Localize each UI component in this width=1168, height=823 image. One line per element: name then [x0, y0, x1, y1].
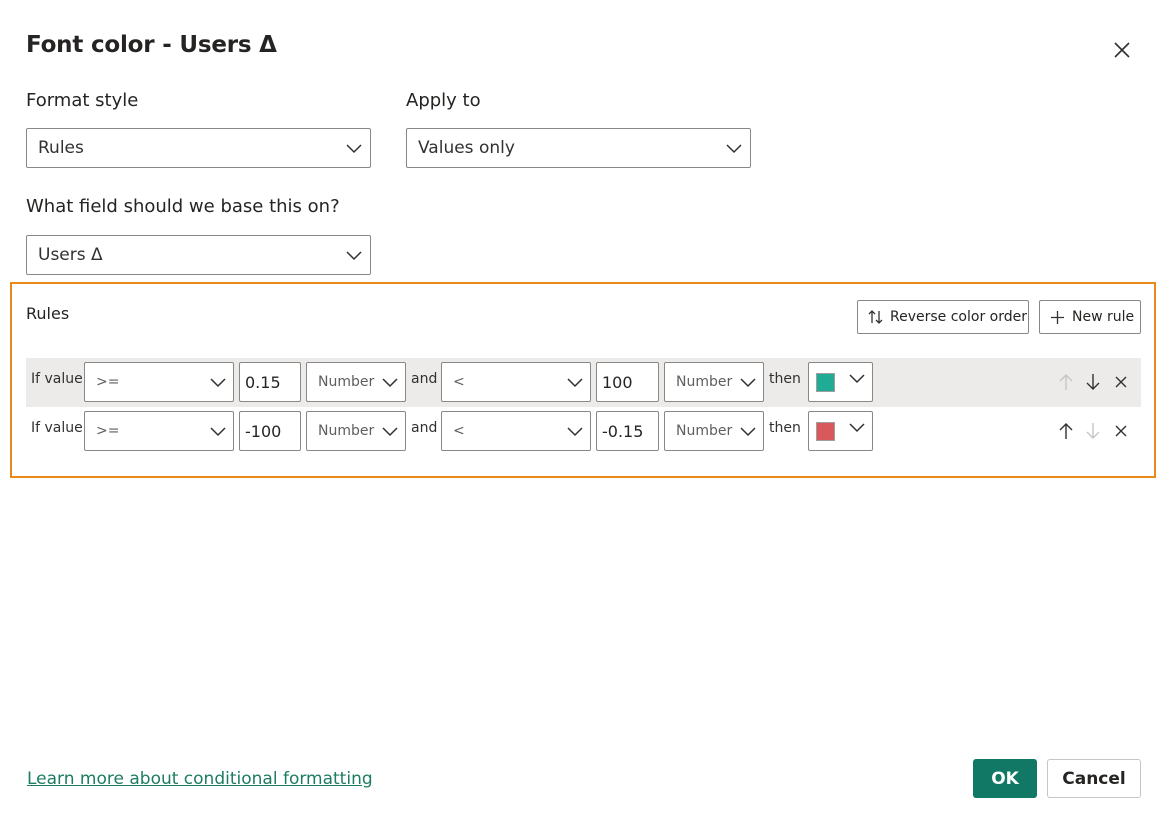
chevron-down-icon — [567, 378, 583, 388]
field-label: What field should we base this on? — [26, 196, 340, 217]
then-label: then — [769, 371, 801, 387]
reverse-color-order-button[interactable]: Reverse color order — [857, 300, 1029, 334]
format-style-dropdown[interactable]: Rules — [26, 128, 371, 168]
min-value: -100 — [245, 421, 282, 441]
color-picker[interactable] — [808, 362, 873, 402]
chevron-down-icon — [849, 374, 865, 384]
close-icon — [1115, 425, 1127, 437]
operator-value: < — [453, 423, 465, 439]
max-value-input[interactable]: 100 — [596, 362, 659, 402]
move-down-button[interactable] — [1083, 372, 1103, 392]
chevron-down-icon — [210, 427, 226, 437]
close-button[interactable] — [1108, 36, 1136, 64]
move-up-button[interactable] — [1056, 421, 1076, 441]
delete-rule-button[interactable] — [1111, 421, 1131, 441]
arrow-up-icon — [1059, 374, 1073, 390]
rules-title: Rules — [26, 304, 70, 323]
new-rule-label: New rule — [1072, 309, 1135, 325]
chevron-down-icon — [382, 378, 398, 388]
operator-value: >= — [96, 423, 120, 439]
field-dropdown[interactable]: Users Δ — [26, 235, 371, 275]
operator-dropdown[interactable]: < — [441, 362, 591, 402]
chevron-down-icon — [567, 427, 583, 437]
chevron-down-icon — [346, 251, 362, 261]
operator-value: >= — [96, 374, 120, 390]
chevron-down-icon — [740, 427, 756, 437]
ok-button[interactable]: OK — [973, 759, 1037, 798]
chevron-down-icon — [346, 144, 362, 154]
chevron-down-icon — [740, 378, 756, 388]
close-icon — [1114, 42, 1130, 58]
operator-value: < — [453, 374, 465, 390]
apply-to-dropdown[interactable]: Values only — [406, 128, 751, 168]
max-type-value: Number — [676, 374, 733, 390]
format-style-value: Rules — [38, 138, 84, 158]
chevron-down-icon — [210, 378, 226, 388]
cancel-button[interactable]: Cancel — [1047, 759, 1141, 798]
then-label: then — [769, 420, 801, 436]
rule-row: If value >= -100 Number and < -0.15 Numb… — [26, 407, 1141, 456]
move-up-button[interactable] — [1056, 372, 1076, 392]
rule-row: If value >= 0.15 Number and < 100 Number… — [26, 358, 1141, 407]
apply-to-value: Values only — [418, 138, 515, 158]
new-rule-button[interactable]: New rule — [1039, 300, 1141, 334]
min-value: 0.15 — [245, 372, 281, 392]
max-value: 100 — [602, 372, 633, 392]
operator-dropdown[interactable]: >= — [84, 362, 234, 402]
if-value-label: If value — [31, 420, 83, 436]
apply-to-label: Apply to — [406, 90, 481, 111]
max-type-dropdown[interactable]: Number — [664, 362, 764, 402]
min-value-input[interactable]: -100 — [239, 411, 301, 451]
reverse-color-order-label: Reverse color order — [890, 309, 1027, 325]
arrow-down-icon — [1086, 423, 1100, 439]
min-value-input[interactable]: 0.15 — [239, 362, 301, 402]
min-type-dropdown[interactable]: Number — [306, 411, 406, 451]
delete-rule-button[interactable] — [1111, 372, 1131, 392]
if-value-label: If value — [31, 371, 83, 387]
max-value-input[interactable]: -0.15 — [596, 411, 659, 451]
color-swatch — [816, 422, 835, 441]
max-type-value: Number — [676, 423, 733, 439]
field-value: Users Δ — [38, 245, 103, 265]
dialog-title: Font color - Users Δ — [26, 32, 277, 58]
arrow-down-icon — [1086, 374, 1100, 390]
format-style-label: Format style — [26, 90, 139, 111]
operator-dropdown[interactable]: >= — [84, 411, 234, 451]
operator-dropdown[interactable]: < — [441, 411, 591, 451]
and-label: and — [411, 420, 438, 436]
min-type-value: Number — [318, 374, 375, 390]
sort-arrows-icon — [868, 310, 883, 324]
color-swatch — [816, 373, 835, 392]
chevron-down-icon — [849, 423, 865, 433]
chevron-down-icon — [382, 427, 398, 437]
min-type-value: Number — [318, 423, 375, 439]
and-label: and — [411, 371, 438, 387]
move-down-button[interactable] — [1083, 421, 1103, 441]
arrow-up-icon — [1059, 423, 1073, 439]
close-icon — [1115, 376, 1127, 388]
max-value: -0.15 — [602, 421, 644, 441]
max-type-dropdown[interactable]: Number — [664, 411, 764, 451]
color-picker[interactable] — [808, 411, 873, 451]
min-type-dropdown[interactable]: Number — [306, 362, 406, 402]
chevron-down-icon — [726, 144, 742, 154]
plus-icon — [1051, 310, 1064, 324]
learn-more-link[interactable]: Learn more about conditional formatting — [27, 769, 373, 789]
